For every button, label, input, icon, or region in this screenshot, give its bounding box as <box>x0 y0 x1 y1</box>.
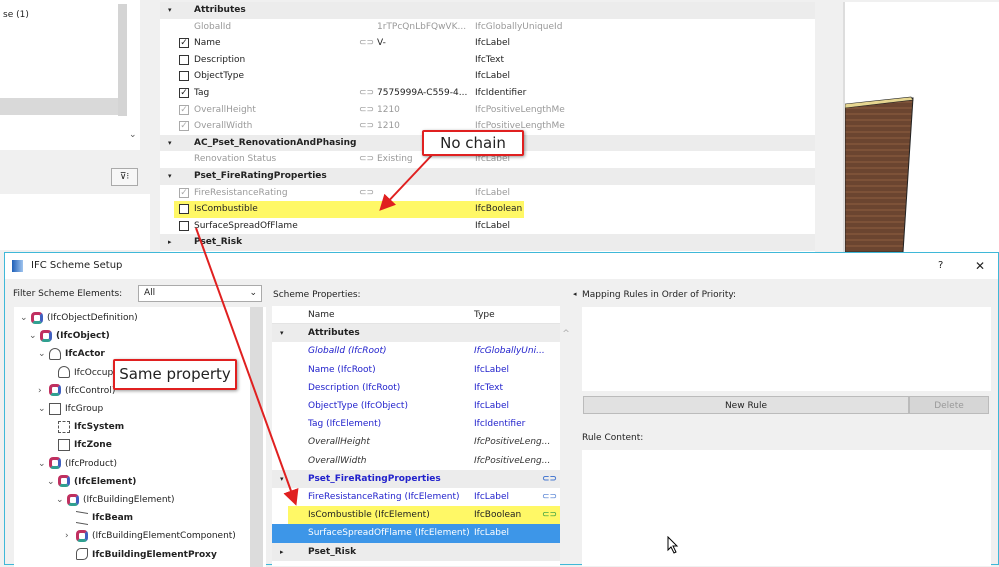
no-chain-arrow <box>379 154 433 211</box>
annotation-arrows <box>195 154 433 506</box>
same-property-callout: Same property <box>113 359 237 390</box>
no-chain-callout: No chain <box>422 130 524 156</box>
